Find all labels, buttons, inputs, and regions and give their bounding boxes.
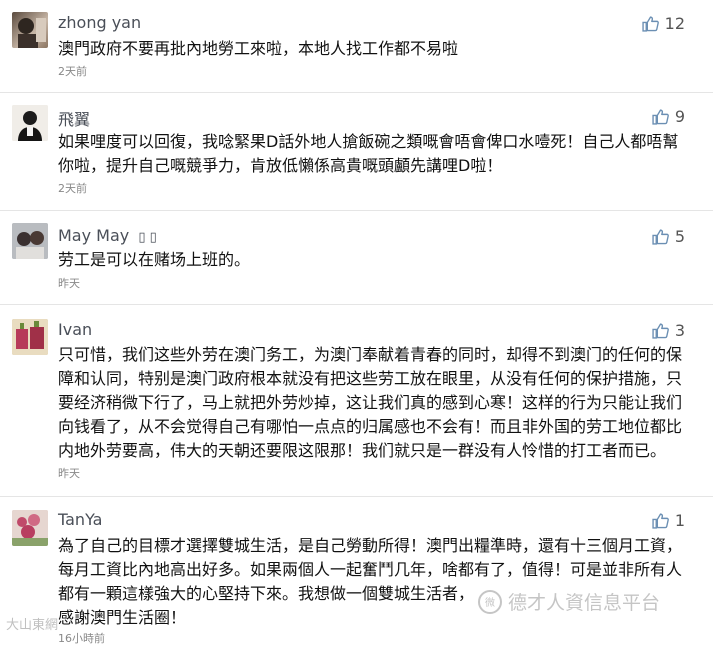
comment-text: 澳門政府不要再批內地勞工來啦，本地人找工作都不易啦: [58, 37, 688, 61]
comment-line: 澳門政府不要再批內地勞工來啦，本地人找工作都不易啦: [58, 39, 459, 58]
comment-line: 向钱看了，从不会觉得自己有哪怕一点点的归属感也不会有！而且非外国的劳工地位都比: [58, 417, 683, 436]
like-button[interactable]: 5: [652, 227, 685, 246]
watermark: 微 德才人資信息平台: [478, 588, 660, 615]
comment-line: 如果哩度可以回復，我唸緊果D話外地人搶飯碗之類嘅會唔會俾口水噎死！自己人都唔幫: [58, 132, 679, 151]
comment-text: 為了自己的目標才選擇雙城生活，是自己勞動所得！澳門出糧準時，還有十三個月工資， …: [58, 534, 688, 630]
wechat-logo-icon: 微: [478, 589, 502, 614]
like-button[interactable]: 9: [652, 107, 685, 126]
commenter-name[interactable]: Ivan: [58, 320, 92, 339]
comment-item: May May ▯ ▯ 5 劳工是可以在赌场上班的。 昨天: [0, 211, 713, 307]
commenter-name-text: May May: [58, 226, 130, 245]
commenter-name[interactable]: zhong yan: [58, 13, 141, 32]
watermark-text: 德才人資信息平台: [508, 592, 661, 614]
like-count: 3: [674, 321, 685, 340]
thumbs-up-icon: [642, 15, 659, 32]
comment-line: 要经济稍微下行了，马上就把外劳炒掉，这让我们真的感到心寒！这样的行为只能让我们: [58, 393, 683, 412]
avatar[interactable]: [12, 105, 48, 141]
thumbs-up-icon: [652, 228, 669, 245]
like-button[interactable]: 3: [652, 321, 685, 340]
timestamp: 16小時前: [58, 632, 105, 645]
comment-line: 為了自己的目標才選擇雙城生活，是自己勞動所得！澳門出糧準時，還有十三個月工資，: [58, 536, 683, 555]
avatar[interactable]: [12, 223, 48, 259]
comment-line: 内地外劳要高，伟大的天朝还要限这限那！我们就只是一群没有人怜惜的打工者而已。: [58, 441, 667, 460]
comment-line: 障和认同，特别是澳门政府根本就没有把这些劳工放在眼里，从没有任何的保护措施，只: [58, 369, 683, 388]
like-count: 9: [674, 107, 685, 126]
thumbs-up-icon: [652, 108, 669, 125]
comment-line: 你啦，提升自己嘅競爭力，肯放低懶係高貴嘅頭顱先講哩D啦！: [58, 156, 503, 175]
commenter-name[interactable]: May May ▯ ▯: [58, 226, 157, 245]
timestamp: 昨天: [58, 467, 80, 480]
thumbs-up-icon: [652, 512, 669, 529]
name-suffix: ▯ ▯: [138, 230, 157, 245]
comment-text: 劳工是可以在赌场上班的。: [58, 248, 688, 272]
comment-line: 劳工是可以在赌场上班的。: [58, 250, 251, 269]
timestamp: 2天前: [58, 182, 87, 195]
like-button[interactable]: 1: [652, 511, 685, 530]
comment-text: 如果哩度可以回復，我唸緊果D話外地人搶飯碗之類嘅會唔會俾口水噎死！自己人都唔幫 …: [58, 130, 688, 178]
comment-text: 只可惜，我们这些外劳在澳门务工，为澳门奉献着青春的同时，却得不到澳门的任何的保 …: [58, 343, 688, 463]
comment-item: zhong yan 12 澳門政府不要再批內地勞工來啦，本地人找工作都不易啦 2…: [0, 0, 713, 92]
timestamp: 2天前: [58, 65, 87, 78]
comment-line: 每月工資比內地高出好多。如果兩個人一起奮鬥几年，啥都有了，值得！可是並非所有人: [58, 560, 683, 579]
watermark-left: 大山東網: [6, 618, 59, 633]
thumbs-up-icon: [652, 322, 669, 339]
comment-item: Ivan 3 只可惜，我们这些外劳在澳门务工，为澳门奉献着青春的同时，却得不到澳…: [0, 305, 713, 497]
like-count: 5: [674, 227, 685, 246]
avatar[interactable]: [12, 510, 48, 546]
avatar[interactable]: [12, 319, 48, 355]
comment-item: 飛翼 9 如果哩度可以回復，我唸緊果D話外地人搶飯碗之類嘅會唔會俾口水噎死！自己…: [0, 93, 713, 217]
comment-line: 只可惜，我们这些外劳在澳门务工，为澳门奉献着青春的同时，却得不到澳门的任何的保: [58, 345, 683, 364]
like-button[interactable]: 12: [642, 14, 685, 33]
commenter-name[interactable]: TanYa: [58, 510, 102, 529]
like-count: 12: [664, 14, 685, 33]
like-count: 1: [674, 511, 685, 530]
commenter-name[interactable]: 飛翼: [58, 106, 90, 130]
comment-item: TanYa 1 為了自己的目標才選擇雙城生活，是自己勞動所得！澳門出糧準時，還有…: [0, 497, 713, 645]
timestamp: 昨天: [58, 277, 80, 290]
avatar[interactable]: [12, 12, 48, 48]
